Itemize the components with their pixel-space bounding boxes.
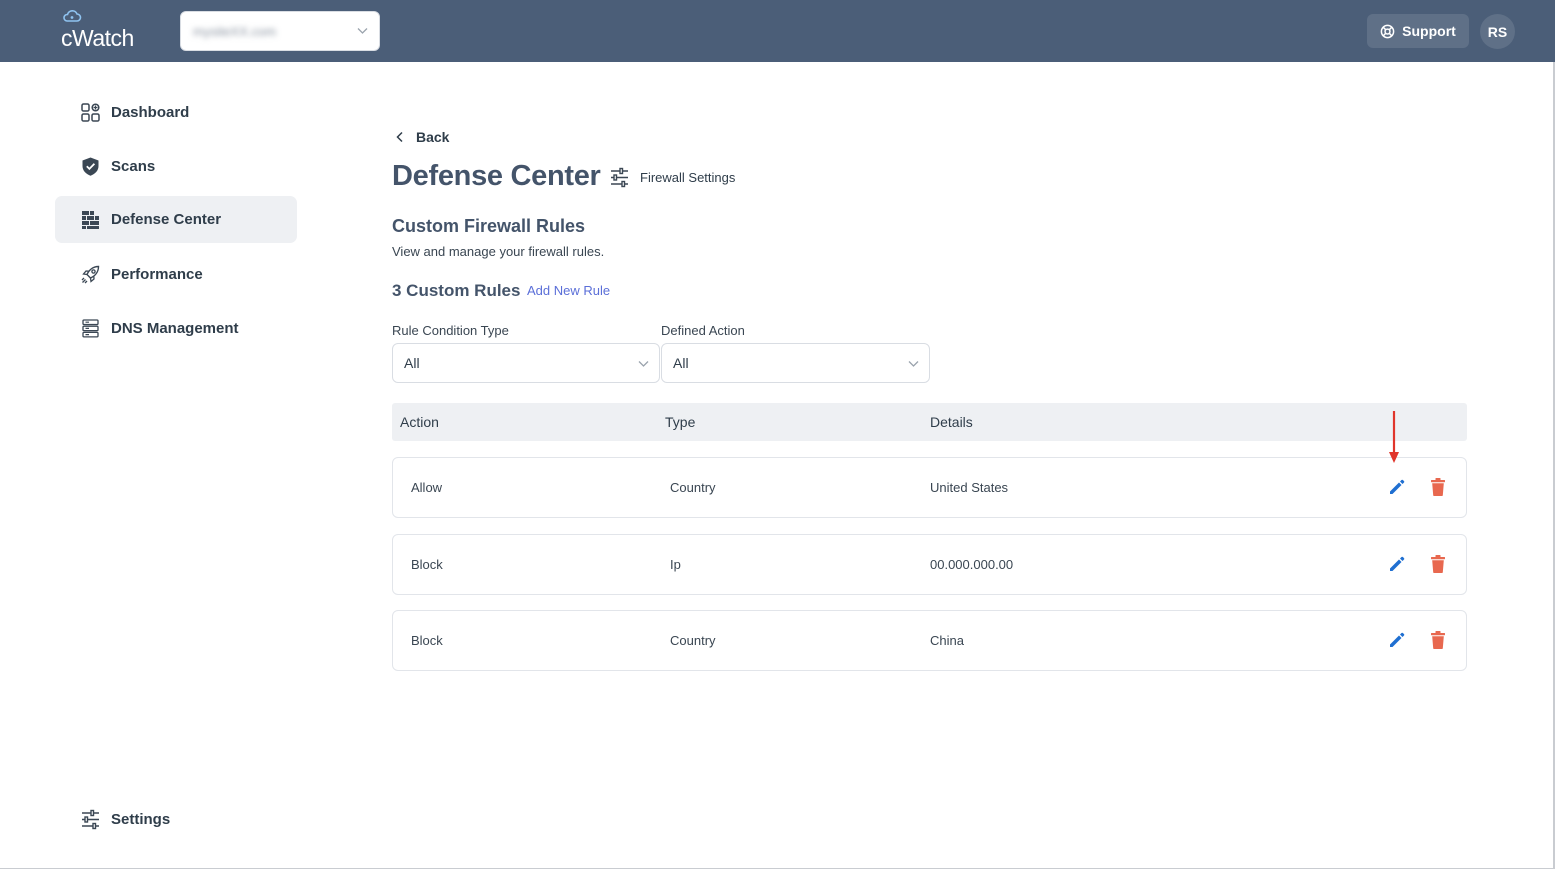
rocket-icon <box>81 265 100 284</box>
chevron-down-icon <box>908 361 919 367</box>
section-title: Custom Firewall Rules <box>392 216 586 236</box>
edit-rule-button[interactable] <box>1385 475 1409 499</box>
sidebar-item-label: Performance <box>111 266 203 283</box>
defined-action-label: Defined Action <box>661 323 745 338</box>
sidebar-item-dns-management[interactable]: DNS Management <box>55 305 297 352</box>
sidebar-item-performance[interactable]: Performance <box>55 251 297 298</box>
condition-type-select[interactable]: All <box>392 343 660 383</box>
row-action: Block <box>411 557 443 572</box>
sliders-icon <box>82 809 99 830</box>
row-action: Allow <box>411 480 443 495</box>
firewall-settings-label: Firewall Settings <box>640 169 736 185</box>
section-subtitle: View and manage your firewall rules. <box>392 244 605 259</box>
server-icon <box>82 319 99 338</box>
trash-icon <box>1431 555 1445 573</box>
sidebar-item-settings[interactable]: Settings <box>55 796 297 843</box>
cwatch-logo[interactable]: cWatch <box>61 9 151 53</box>
sidebar-item-label: Settings <box>111 811 171 828</box>
column-header-action: Action <box>400 414 439 430</box>
sidebar-item-label: Scans <box>111 158 156 175</box>
row-details: 00.000.000.00 <box>930 557 1014 572</box>
table-row: Block Country China <box>392 610 1467 671</box>
sidebar-item-scans[interactable]: Scans <box>55 143 297 190</box>
row-type: Country <box>670 633 716 648</box>
pencil-icon <box>1390 479 1405 494</box>
defined-action-select[interactable]: All <box>661 343 930 383</box>
delete-rule-button[interactable] <box>1426 475 1450 499</box>
site-selector[interactable]: mysiteXX.com <box>180 11 380 51</box>
sliders-icon <box>611 167 628 187</box>
table-row: Block Ip 00.000.000.00 <box>392 534 1467 595</box>
delete-rule-button[interactable] <box>1426 552 1450 576</box>
site-selector-value: mysiteXX.com <box>193 24 277 39</box>
condition-type-label: Rule Condition Type <box>392 323 509 338</box>
delete-rule-button[interactable] <box>1426 628 1450 652</box>
shield-check-icon <box>82 157 99 176</box>
pencil-icon <box>1390 632 1405 647</box>
row-details: China <box>930 633 964 648</box>
logo-text: cWatch <box>61 25 134 51</box>
trash-icon <box>1431 631 1445 649</box>
row-type: Ip <box>670 557 681 572</box>
sidebar-item-label: DNS Management <box>111 320 239 337</box>
user-avatar[interactable]: RS <box>1480 14 1515 49</box>
trash-icon <box>1431 478 1445 496</box>
condition-type-value: All <box>404 355 420 371</box>
dashboard-grid-icon <box>81 103 100 122</box>
column-header-details: Details <box>930 414 973 430</box>
row-action: Block <box>411 633 443 648</box>
support-label: Support <box>1402 23 1456 39</box>
firewall-brick-icon <box>82 211 99 229</box>
chevron-down-icon <box>357 28 368 34</box>
chevron-left-icon <box>396 131 403 143</box>
table-row: Allow Country United States <box>392 457 1467 518</box>
pencil-icon <box>1390 556 1405 571</box>
page-title: Defense Center <box>392 160 601 192</box>
sidebar-item-label: Dashboard <box>111 104 190 121</box>
edit-rule-button[interactable] <box>1385 552 1409 576</box>
column-header-type: Type <box>665 414 696 430</box>
row-type: Country <box>670 480 716 495</box>
back-label: Back <box>416 129 450 145</box>
row-details: United States <box>930 480 1009 495</box>
lifebuoy-icon <box>1380 24 1395 38</box>
add-new-rule-link[interactable]: Add New Rule <box>527 283 610 298</box>
table-header: Action Type Details <box>392 403 1467 441</box>
cloud-icon <box>63 10 82 22</box>
support-button[interactable]: Support <box>1367 14 1469 48</box>
rules-count: 3 Custom Rules <box>392 281 521 300</box>
edit-rule-button[interactable] <box>1385 628 1409 652</box>
annotation-arrow-icon <box>1389 411 1399 463</box>
back-link[interactable]: Back <box>395 127 449 147</box>
top-bar: cWatch mysiteXX.com Support RS <box>0 0 1555 62</box>
sidebar-item-dashboard[interactable]: Dashboard <box>55 89 297 136</box>
sidebar-item-label: Defense Center <box>111 211 222 228</box>
firewall-settings-link[interactable]: Firewall Settings <box>609 166 735 188</box>
chevron-down-icon <box>638 361 649 367</box>
sidebar-item-defense-center[interactable]: Defense Center <box>55 196 297 243</box>
defined-action-value: All <box>673 355 689 371</box>
